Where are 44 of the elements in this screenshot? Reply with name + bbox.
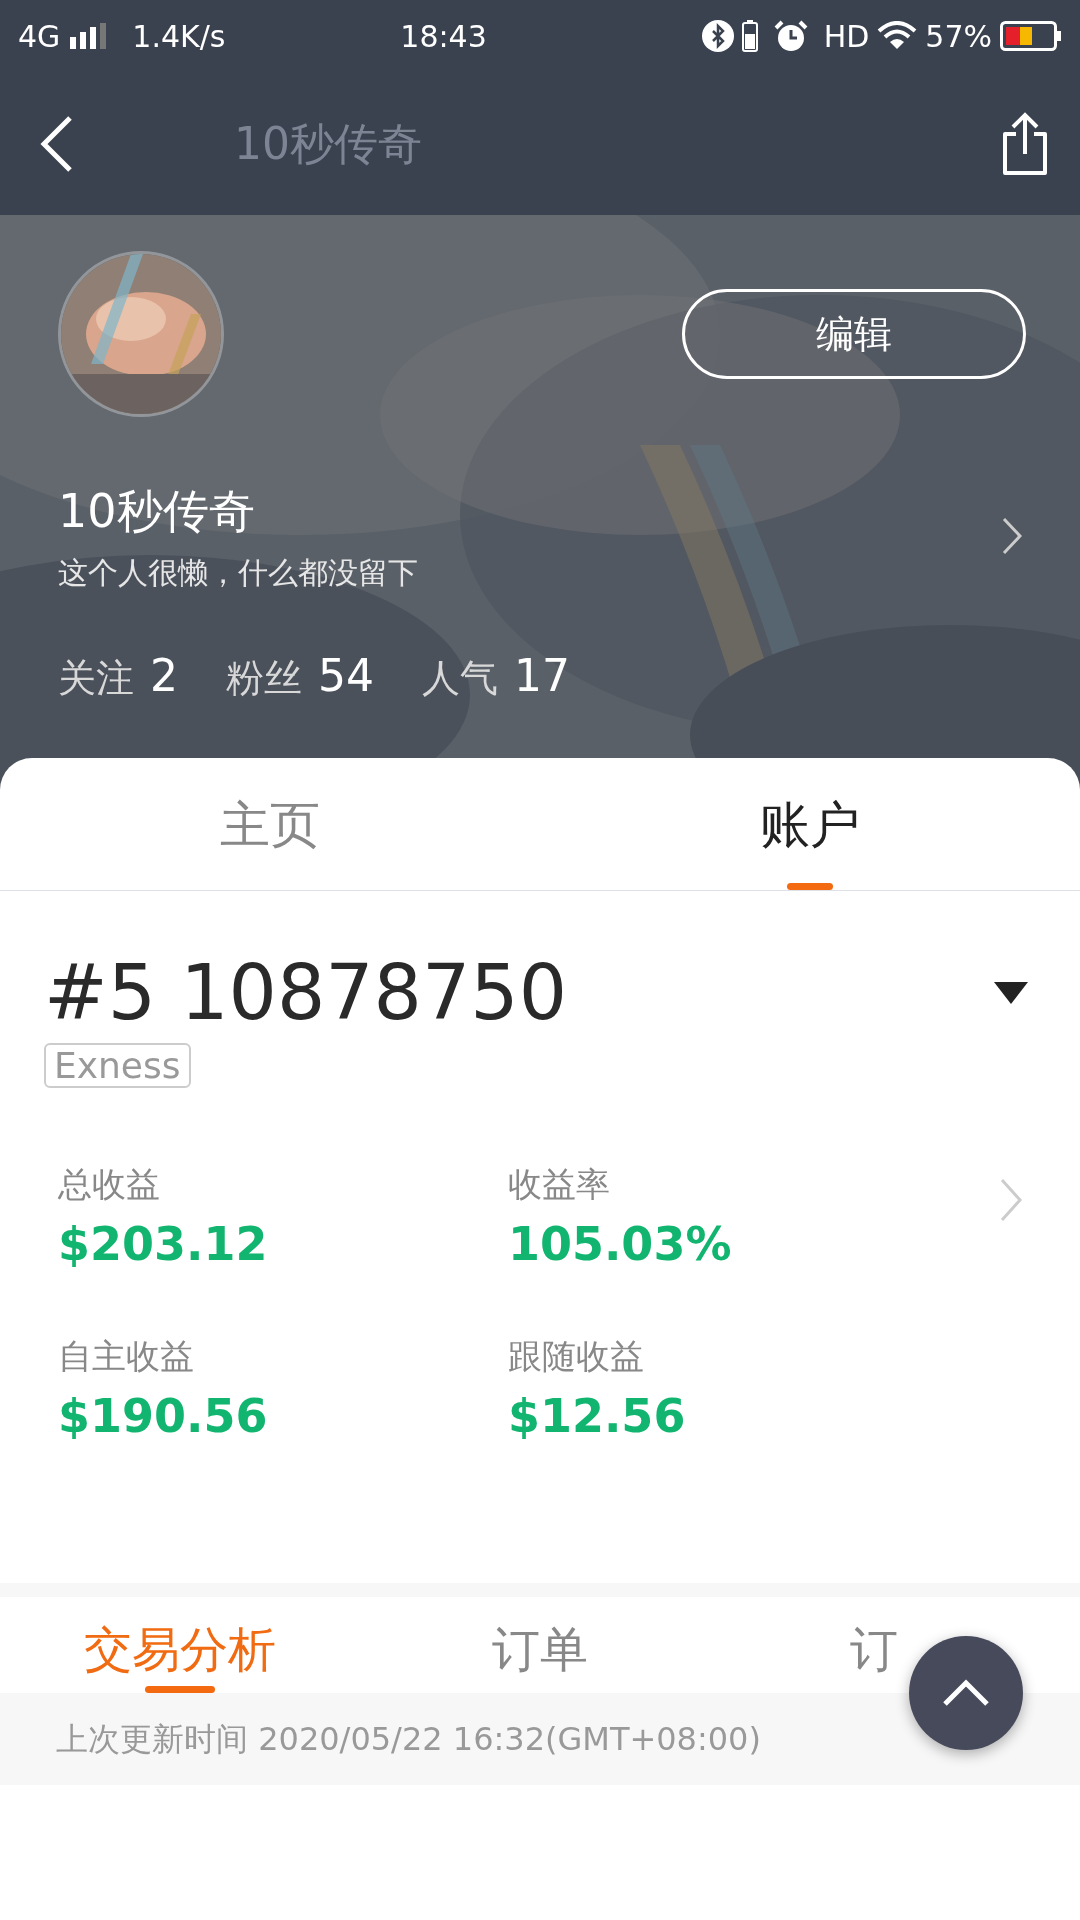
- back-icon[interactable]: [40, 114, 74, 173]
- stat-label: 人气: [422, 655, 498, 702]
- header-title: 10秒传奇: [234, 116, 422, 171]
- sub-tab[interactable]: 订: [849, 1620, 898, 1679]
- sub-tab[interactable]: 订单: [491, 1620, 588, 1679]
- network-speed: 1.4K/s: [132, 17, 226, 56]
- metric-label: 收益率: [507, 1162, 611, 1206]
- dropdown-icon[interactable]: [994, 981, 1028, 1004]
- tab-underline: [787, 883, 833, 890]
- battery-percent: 57%: [925, 17, 992, 56]
- wifi-icon: [877, 21, 918, 51]
- metric-label: 总收益: [58, 1162, 161, 1206]
- metric-value: $203.12: [58, 1215, 269, 1273]
- broker-tag: Exness: [44, 1042, 191, 1088]
- metric-label: 跟随收益: [507, 1334, 645, 1378]
- battery-icon: [1000, 21, 1062, 51]
- alarm-icon: [773, 20, 808, 52]
- metric-value: 105.03%: [507, 1215, 733, 1273]
- signal-icon: [68, 23, 109, 49]
- sub-tab[interactable]: 交易分析: [83, 1620, 276, 1679]
- stat-label: 关注: [58, 655, 134, 702]
- stat-label: 粉丝: [226, 655, 302, 702]
- profile-bio: 这个人很懒，什么都没留下: [58, 554, 418, 592]
- hd-label: HD: [823, 17, 870, 56]
- metric-label: 自主收益: [58, 1334, 195, 1378]
- stat-value: 17: [514, 649, 570, 703]
- network-type: 4G: [18, 17, 61, 56]
- tab[interactable]: 账户: [760, 758, 860, 883]
- share-icon[interactable]: [1000, 111, 1050, 176]
- profile-name: 10秒传奇: [58, 483, 256, 540]
- chevron-right-icon[interactable]: [1002, 517, 1022, 555]
- tab[interactable]: 主页: [220, 758, 320, 883]
- stat-value: 54: [318, 649, 374, 703]
- edit-button[interactable]: 编辑: [682, 289, 1026, 379]
- update-time: 上次更新时间 2020/05/22 16:32(GMT+08:00): [56, 1719, 761, 1761]
- stat-value: 2: [150, 649, 178, 703]
- clock-time: 18:43: [400, 18, 487, 54]
- metric-value: $12.56: [507, 1387, 687, 1445]
- bluetooth-icon: [701, 20, 734, 52]
- metric-value: $190.56: [58, 1387, 269, 1445]
- account-number: #5 10878750: [44, 951, 568, 1035]
- battery-small-icon: [741, 20, 758, 52]
- chevron-up-icon: [942, 1679, 990, 1707]
- tab-underline: [144, 1686, 215, 1694]
